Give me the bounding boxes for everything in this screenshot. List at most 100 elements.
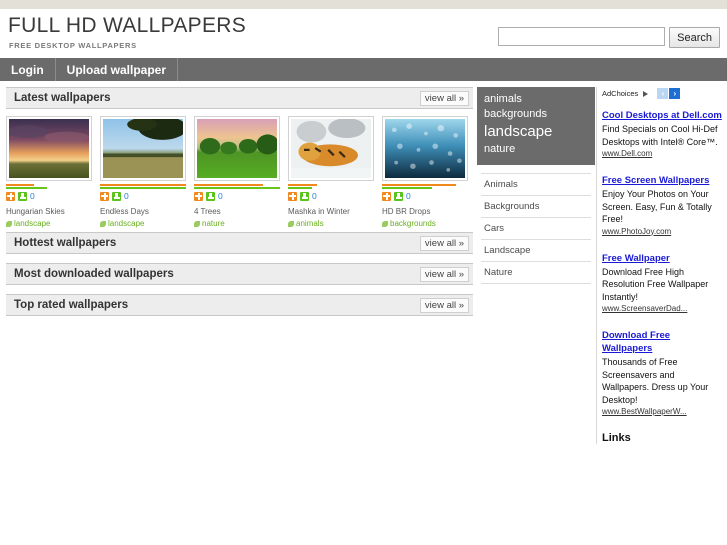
ad-url[interactable]: www.PhotoJoy.com (602, 227, 722, 236)
ad-title[interactable]: Free Screen Wallpapers (602, 174, 722, 187)
main-column: Latest wallpapers view all » 0 Hungarian… (0, 87, 477, 325)
download-icon[interactable] (206, 191, 215, 201)
tag-cloud-item-landscape[interactable]: landscape (484, 122, 588, 142)
adchoices-label: AdChoices (602, 89, 639, 98)
view-all-hottest[interactable]: view all » (419, 236, 469, 251)
wallpaper-card[interactable]: 0 Hungarian Skies landscape (6, 116, 100, 228)
view-all-latest[interactable]: view all » (419, 91, 469, 106)
ad-url[interactable]: www.ScreensaverDad... (602, 304, 722, 313)
download-icon[interactable] (18, 191, 27, 201)
rating-bar-orange (288, 184, 318, 186)
wallpaper-title[interactable]: HD BR Drops (382, 207, 476, 217)
category-item-landscape[interactable]: Landscape (481, 240, 591, 262)
categories-column: animals backgrounds landscape nature Ani… (477, 87, 595, 284)
ad-unit: Download Free Wallpapers Thousands of Fr… (602, 329, 722, 416)
wallpaper-category-label: landscape (14, 219, 51, 228)
site-header: FULL HD WALLPAPERS FREE DESKTOP WALLPAPE… (0, 9, 727, 58)
view-all-most-downloaded[interactable]: view all » (419, 267, 469, 282)
section-hottest-wallpapers: Hottest wallpapers view all » (6, 232, 473, 254)
category-item-backgrounds[interactable]: Backgrounds (481, 196, 591, 218)
wallpaper-thumbnail-frame[interactable] (100, 116, 186, 181)
ad-title[interactable]: Download Free Wallpapers (602, 329, 722, 355)
comment-count: 0 (218, 191, 223, 201)
wallpaper-thumbnail-frame[interactable] (194, 116, 280, 181)
wallpaper-card[interactable]: 0 4 Trees nature (194, 116, 288, 228)
wallpaper-card[interactable]: 0 Endless Days landscape (100, 116, 194, 228)
search-input[interactable] (498, 27, 666, 46)
tag-icon (100, 220, 106, 227)
adchoices-header: AdChoices ‹ › (602, 87, 722, 100)
ad-prev-arrow-icon[interactable]: ‹ (657, 88, 669, 99)
comment-count: 0 (312, 191, 317, 201)
rating-bar-orange (194, 184, 263, 186)
category-item-cars[interactable]: Cars (481, 218, 591, 240)
tag-cloud-item-animals[interactable]: animals (484, 92, 588, 107)
favorite-icon[interactable] (288, 191, 297, 201)
favorite-icon[interactable] (100, 191, 109, 201)
favorite-icon[interactable] (382, 191, 391, 201)
ad-title[interactable]: Free Wallpaper (602, 252, 722, 265)
wallpaper-title[interactable]: Endless Days (100, 207, 194, 217)
wallpaper-category-link[interactable]: landscape (100, 219, 194, 228)
wallpaper-thumbnail-frame[interactable] (6, 116, 92, 181)
rating-bars (100, 184, 186, 189)
rating-bars (6, 184, 92, 189)
download-icon[interactable] (394, 191, 403, 201)
ad-url[interactable]: www.BestWallpaperW... (602, 407, 722, 416)
wallpaper-image-hungarian-skies (9, 119, 89, 178)
wallpaper-category-link[interactable]: landscape (6, 219, 100, 228)
wallpaper-category-label: animals (296, 219, 324, 228)
ad-description: Thousands of Free Screensavers and Wallp… (602, 357, 709, 405)
tag-icon (194, 220, 200, 227)
nav-item-upload-wallpaper[interactable]: Upload wallpaper (56, 58, 179, 81)
download-icon[interactable] (112, 191, 121, 201)
wallpaper-image-4-trees (197, 119, 277, 178)
view-all-top-rated[interactable]: view all » (419, 298, 469, 313)
wallpaper-category-link[interactable]: backgrounds (382, 219, 476, 228)
ad-url[interactable]: www.Dell.com (602, 149, 722, 158)
ad-title[interactable]: Cool Desktops at Dell.com (602, 109, 722, 122)
search-button[interactable]: Search (669, 27, 720, 48)
category-list: Animals Backgrounds Cars Landscape Natur… (477, 172, 595, 284)
tag-cloud-item-nature[interactable]: nature (484, 142, 588, 157)
nav-item-login[interactable]: Login (0, 58, 56, 81)
wallpaper-image-hd-br-drops (385, 119, 465, 178)
wallpaper-stats: 0 (194, 191, 288, 201)
category-item-nature[interactable]: Nature (481, 262, 591, 284)
wallpaper-category-link[interactable]: animals (288, 219, 382, 228)
ad-unit: Cool Desktops at Dell.com Find Specials … (602, 109, 722, 158)
favorite-icon[interactable] (194, 191, 203, 201)
wallpaper-thumbnail-frame[interactable] (382, 116, 468, 181)
wallpaper-image-endless-days (103, 119, 183, 178)
page-root: FULL HD WALLPAPERS FREE DESKTOP WALLPAPE… (0, 0, 727, 545)
wallpaper-card[interactable]: 0 Mashka in Winter animals (288, 116, 382, 228)
ad-unit: Free Screen Wallpapers Enjoy Your Photos… (602, 174, 722, 236)
main-navigation: Login Upload wallpaper (0, 58, 727, 81)
wallpaper-stats: 0 (100, 191, 194, 201)
wallpaper-stats: 0 (382, 191, 476, 201)
wallpaper-card[interactable]: 0 HD BR Drops backgrounds (382, 116, 476, 228)
search-form: Search (498, 27, 720, 48)
rating-bars (288, 184, 374, 189)
wallpaper-thumbnail-frame[interactable] (288, 116, 374, 181)
section-most-downloaded-wallpapers: Most downloaded wallpapers view all » (6, 263, 473, 285)
adchoices-triangle-icon[interactable] (643, 90, 649, 97)
download-icon[interactable] (300, 191, 309, 201)
tag-icon (6, 220, 12, 227)
tag-cloud-item-backgrounds[interactable]: backgrounds (484, 107, 588, 122)
category-item-animals[interactable]: Animals (481, 172, 591, 196)
favorite-icon[interactable] (6, 191, 15, 201)
ads-column: AdChoices ‹ › Cool Desktops at Dell.com … (596, 87, 722, 444)
wallpaper-category-label: backgrounds (390, 219, 436, 228)
wallpaper-title[interactable]: Hungarian Skies (6, 207, 100, 217)
ad-next-arrow-icon[interactable]: › (669, 88, 681, 99)
wallpaper-stats: 0 (288, 191, 382, 201)
wallpaper-title[interactable]: 4 Trees (194, 207, 288, 217)
wallpaper-stats: 0 (6, 191, 100, 201)
wallpaper-category-link[interactable]: nature (194, 219, 288, 228)
rating-bars (382, 184, 468, 189)
section-title: Most downloaded wallpapers (14, 268, 174, 280)
latest-wallpapers-grid: 0 Hungarian Skies landscape 0 Endless Da… (6, 116, 477, 228)
rating-bar-green (194, 187, 280, 189)
wallpaper-title[interactable]: Mashka in Winter (288, 207, 382, 217)
